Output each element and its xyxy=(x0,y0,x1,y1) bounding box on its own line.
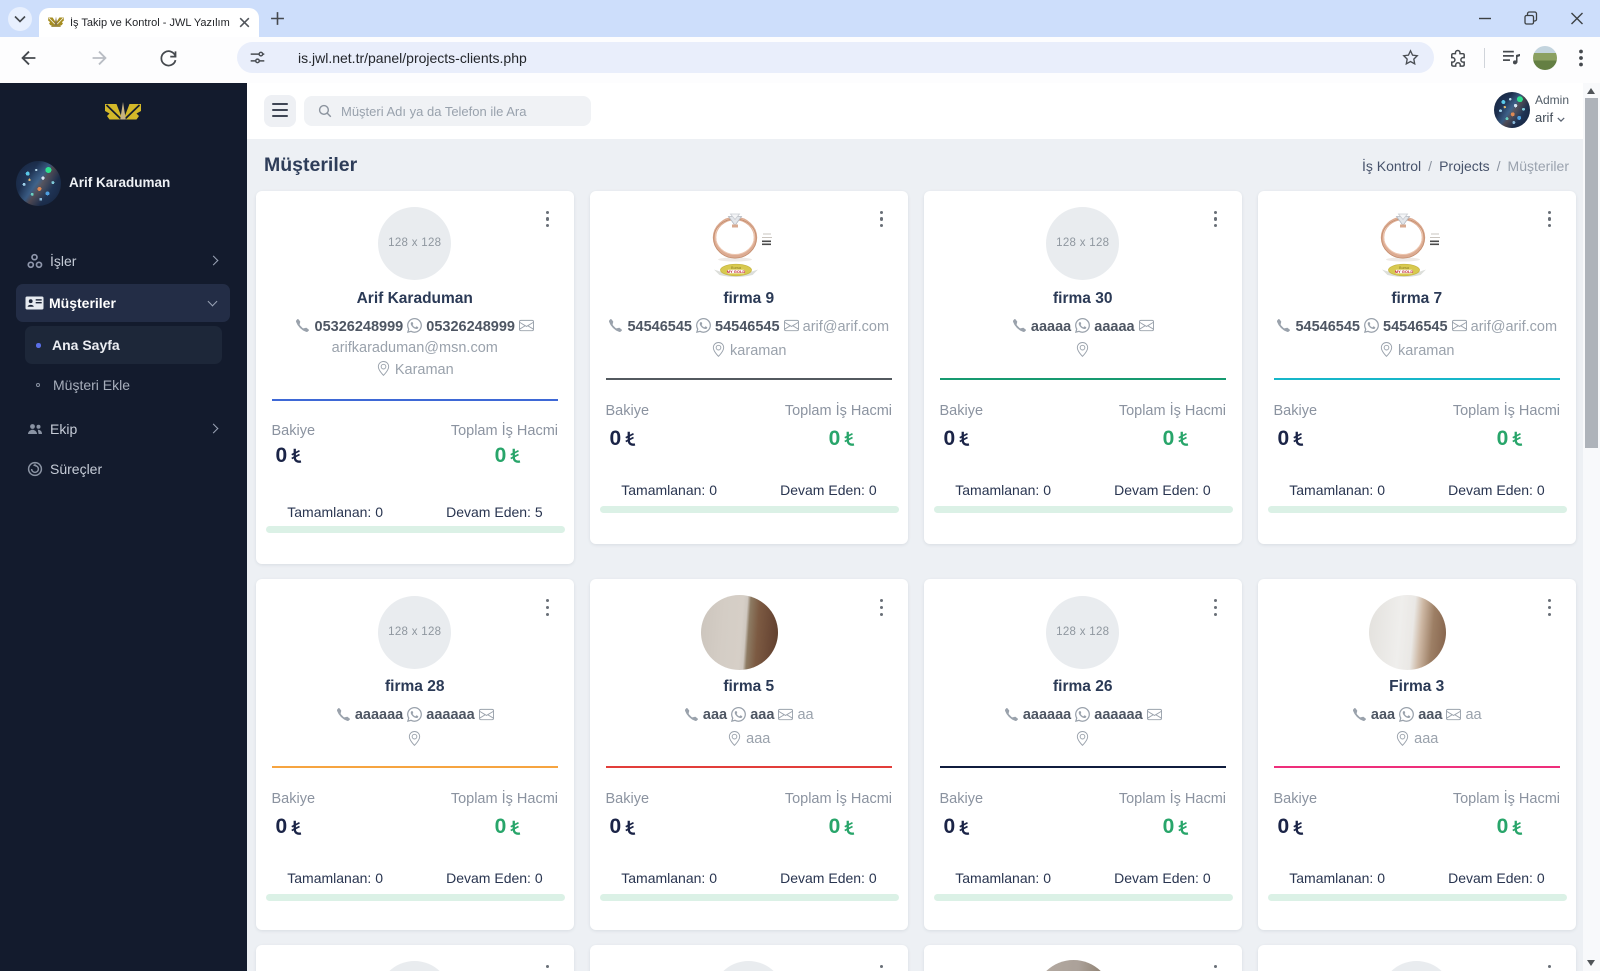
svg-text:MY GOLD: MY GOLD xyxy=(1394,269,1413,274)
svg-text:MY GOLD: MY GOLD xyxy=(726,269,745,274)
